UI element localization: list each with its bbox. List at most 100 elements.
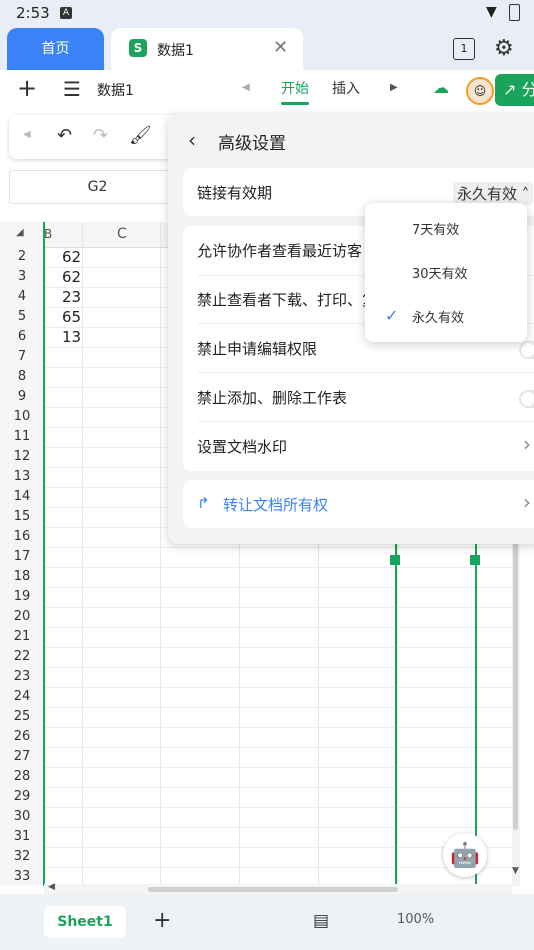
gear-icon[interactable]: ⚙ — [494, 36, 514, 61]
cell-value[interactable]: 62 — [62, 248, 81, 266]
column-c-header[interactable]: C — [117, 226, 127, 242]
grid-line — [44, 807, 512, 808]
document-toolbar: + ☰ 数据1 ◀ 开始 插入 ▶ ☁ ☺ ↗ 分 — [0, 70, 534, 110]
expiry-dropdown: 7天有效 30天有效 ✓ 永久有效 — [365, 203, 527, 342]
vertical-scroll-thumb[interactable] — [513, 540, 518, 830]
row-number[interactable]: 12 — [0, 449, 44, 464]
scroll-right-icon[interactable]: ▶ — [390, 82, 398, 93]
row-number[interactable]: 13 — [0, 469, 44, 484]
zoom-level[interactable]: 100% — [397, 912, 434, 927]
watermark-label[interactable]: 设置文档水印 — [197, 436, 287, 457]
row-number[interactable]: 25 — [0, 709, 44, 724]
grid-line — [44, 687, 512, 688]
row-number[interactable]: 21 — [0, 629, 44, 644]
select-all-icon[interactable]: ◢ — [16, 227, 24, 238]
row-number[interactable]: 29 — [0, 789, 44, 804]
selection-border — [43, 222, 45, 886]
row-number[interactable]: 32 — [0, 849, 44, 864]
row-number[interactable]: 11 — [0, 429, 44, 444]
grid-line — [44, 727, 512, 728]
row-number[interactable]: 2 — [0, 249, 44, 264]
row-number[interactable]: 23 — [0, 669, 44, 684]
battery-icon — [509, 4, 520, 21]
row-number[interactable]: 18 — [0, 569, 44, 584]
option-7-days[interactable]: 7天有效 — [412, 219, 459, 238]
selection-handle[interactable] — [470, 555, 480, 565]
tab-count-button[interactable]: 1 — [453, 38, 475, 60]
tab-home[interactable]: 首页 — [7, 28, 104, 70]
option-permanent[interactable]: 永久有效 — [412, 307, 464, 326]
grid-line — [44, 707, 512, 708]
share-button[interactable]: ↗ 分 — [495, 74, 534, 106]
chevron-right-icon[interactable]: › — [523, 490, 531, 514]
collapse-left-icon[interactable]: ◀ — [23, 129, 31, 140]
column-b-header[interactable]: B — [44, 227, 52, 241]
row-number[interactable]: 24 — [0, 689, 44, 704]
row-number[interactable]: 8 — [0, 369, 44, 384]
back-icon[interactable]: ‹ — [188, 128, 196, 152]
chevron-right-icon[interactable]: › — [523, 432, 531, 456]
option-30-days[interactable]: 30天有效 — [412, 263, 468, 282]
row-number[interactable]: 33 — [0, 869, 44, 884]
row-number[interactable]: 4 — [0, 289, 44, 304]
allow-view-visitors-label: 允许协作者查看最近访客 — [197, 242, 363, 260]
cell-value[interactable]: 13 — [62, 328, 81, 346]
row-number[interactable]: 26 — [0, 729, 44, 744]
grid-line — [44, 827, 512, 828]
row-number[interactable]: 19 — [0, 589, 44, 604]
scroll-left-icon[interactable]: ◀ — [242, 82, 250, 93]
assistant-icon[interactable]: 🤖 — [443, 833, 487, 877]
row-number[interactable]: 31 — [0, 829, 44, 844]
transfer-ownership-card[interactable]: ↱ 转让文档所有权 › — [183, 480, 534, 528]
selection-handle[interactable] — [390, 555, 400, 565]
row-number[interactable]: 6 — [0, 329, 44, 344]
row-number[interactable]: 22 — [0, 649, 44, 664]
transfer-ownership-label[interactable]: 转让文档所有权 — [223, 494, 328, 515]
row-number[interactable]: 16 — [0, 529, 44, 544]
tab-insert[interactable]: 插入 — [332, 78, 360, 98]
cell-value[interactable]: 62 — [62, 268, 81, 286]
redo-icon[interactable]: ↷ — [93, 125, 108, 146]
row-number[interactable]: 20 — [0, 609, 44, 624]
menu-icon[interactable]: ☰ — [63, 77, 81, 101]
row-number[interactable]: 14 — [0, 489, 44, 504]
grid-line — [44, 647, 512, 648]
tab-document-label: 数据1 — [157, 43, 194, 59]
cell-value[interactable]: 65 — [62, 308, 81, 326]
layout-icon[interactable]: ▤ — [313, 911, 329, 931]
row-number[interactable]: 5 — [0, 309, 44, 324]
row-number[interactable]: 27 — [0, 749, 44, 764]
avatar[interactable]: ☺ — [466, 77, 494, 105]
add-icon[interactable]: + — [17, 74, 37, 102]
link-expiry-select[interactable]: 永久有效 ˄ — [453, 182, 534, 205]
sheet-tab[interactable]: Sheet1 — [44, 906, 126, 938]
check-icon: ✓ — [385, 306, 399, 325]
scroll-left-icon[interactable]: ◀ — [48, 882, 55, 892]
forbid-sheet-edit-toggle[interactable] — [519, 390, 534, 408]
grid-line — [44, 847, 512, 848]
tab-document[interactable]: S 数据1 ✕ — [111, 28, 303, 70]
row-number[interactable]: 10 — [0, 409, 44, 424]
wifi-icon: ▼ — [486, 4, 497, 20]
tab-start[interactable]: 开始 — [281, 78, 309, 98]
add-sheet-icon[interactable]: + — [153, 908, 171, 933]
file-name[interactable]: 数据1 — [97, 80, 134, 100]
row-number[interactable]: 7 — [0, 349, 44, 364]
format-painter-icon[interactable]: 🖌 — [129, 125, 152, 146]
undo-icon[interactable]: ↶ — [57, 125, 72, 146]
selection-border — [395, 540, 397, 886]
horizontal-scroll-thumb[interactable] — [148, 887, 398, 892]
row-number[interactable]: 3 — [0, 269, 44, 284]
cell-value[interactable]: 23 — [62, 288, 81, 306]
scroll-down-icon[interactable]: ▼ — [512, 866, 519, 876]
forbid-edit-request-toggle[interactable] — [519, 341, 534, 359]
cell-name-box[interactable]: G2 — [9, 170, 186, 204]
row-number[interactable]: 30 — [0, 809, 44, 824]
row-number[interactable]: 15 — [0, 509, 44, 524]
row-number[interactable]: 9 — [0, 389, 44, 404]
panel-title: 高级设置 — [218, 134, 286, 154]
divider — [197, 421, 534, 422]
row-number[interactable]: 28 — [0, 769, 44, 784]
close-icon[interactable]: ✕ — [273, 37, 288, 58]
row-number[interactable]: 17 — [0, 549, 44, 564]
